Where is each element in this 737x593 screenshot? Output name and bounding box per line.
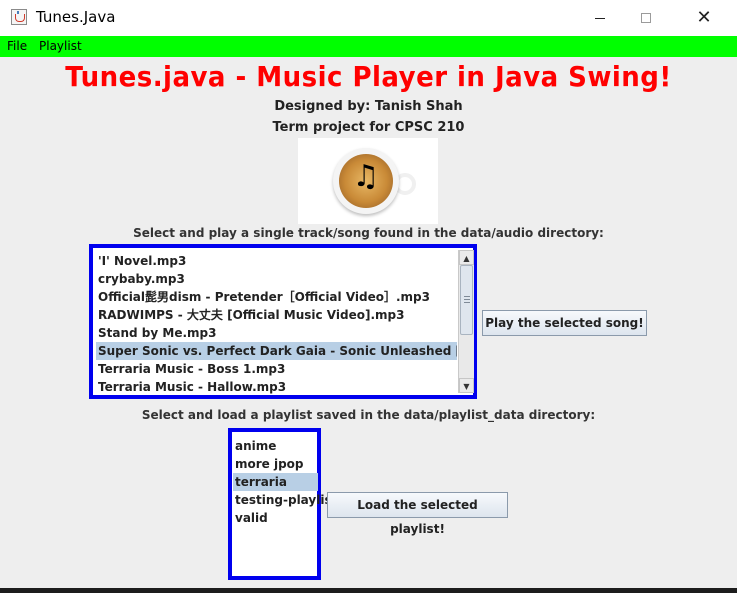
song-list-item[interactable]: crybaby.mp3 bbox=[96, 270, 457, 288]
playlist-list-item[interactable]: valid bbox=[233, 509, 318, 527]
song-list-box: 'I' Novel.mp3 crybaby.mp3 Official髭男dism -… bbox=[89, 244, 477, 399]
menu-bar: File Playlist bbox=[0, 36, 737, 57]
song-list-item[interactable]: Official髭男dism - Pretender［Official Vide… bbox=[96, 288, 457, 306]
app-logo: ♫ bbox=[298, 138, 438, 224]
play-song-button[interactable]: Play the selected song! bbox=[482, 310, 647, 336]
song-list-item[interactable]: Terraria Music - Boss 1.mp3 bbox=[96, 360, 457, 378]
thumb-grip bbox=[464, 299, 470, 300]
minimize-icon bbox=[595, 17, 605, 19]
music-note-icon: ♫ bbox=[352, 159, 380, 194]
app-window: Tunes.Java ✕ File Playlist Tunes.java - … bbox=[0, 0, 737, 588]
song-list-item[interactable]: Super Sonic vs. Perfect Dark Gaia - Soni… bbox=[96, 342, 457, 360]
playlist-list-item[interactable]: terraria bbox=[233, 473, 318, 491]
song-list-item[interactable]: Stand by Me.mp3 bbox=[96, 324, 457, 342]
scroll-down-icon[interactable]: ▼ bbox=[459, 378, 474, 393]
coffee-surface: ♫ bbox=[339, 154, 393, 208]
scrollbar-thumb[interactable] bbox=[460, 265, 473, 335]
song-list-scrollbar[interactable]: ▲ ▼ bbox=[458, 250, 474, 393]
playlist-list-item[interactable]: testing-playlist bbox=[233, 491, 337, 509]
title-bar[interactable]: Tunes.Java ✕ bbox=[0, 0, 737, 36]
scroll-up-icon[interactable]: ▲ bbox=[459, 250, 474, 265]
close-icon: ✕ bbox=[696, 7, 712, 28]
song-list-item[interactable]: Terraria Music - Hallow.mp3 bbox=[96, 378, 457, 396]
playlist-list-item[interactable]: anime bbox=[233, 437, 318, 455]
menu-playlist[interactable]: Playlist bbox=[39, 39, 82, 53]
playlist-list-label: Select and load a playlist saved in the … bbox=[141, 408, 596, 422]
page-title: Tunes.java - Music Player in Java Swing! bbox=[65, 60, 672, 93]
playlist-list-box: anime more jpop terraria testing-playlist va… bbox=[228, 428, 337, 580]
minimize-button[interactable] bbox=[577, 0, 623, 36]
close-button[interactable]: ✕ bbox=[681, 0, 727, 36]
coffee-cup-music-note-icon: ♫ bbox=[333, 148, 399, 214]
project-credit: Term project for CPSC 210 bbox=[272, 120, 465, 135]
menu-file[interactable]: File bbox=[7, 39, 27, 53]
desktop-background bbox=[0, 588, 737, 593]
java-app-icon bbox=[11, 9, 27, 25]
load-playlist-button[interactable]: Load the selected playlist! bbox=[327, 492, 508, 536]
window-title: Tunes.Java bbox=[36, 8, 116, 26]
playlist-list[interactable]: anime more jpop terraria testing-playlist va… bbox=[233, 437, 337, 527]
playlist-list-item[interactable]: more jpop bbox=[233, 455, 318, 473]
song-list-item[interactable]: RADWIMPS - 大丈夫 [Official Music Video].mp… bbox=[96, 306, 457, 324]
maximize-icon bbox=[641, 13, 651, 23]
song-list-item[interactable]: 'I' Novel.mp3 bbox=[96, 252, 457, 270]
thumb-grip bbox=[464, 302, 470, 303]
thumb-grip bbox=[464, 296, 470, 297]
song-list-label: Select and play a single track/song foun… bbox=[133, 226, 604, 240]
maximize-button[interactable] bbox=[623, 0, 669, 36]
song-list[interactable]: 'I' Novel.mp3 crybaby.mp3 Official髭男dism -… bbox=[96, 252, 457, 396]
designer-credit: Designed by: Tanish Shah bbox=[274, 99, 463, 114]
